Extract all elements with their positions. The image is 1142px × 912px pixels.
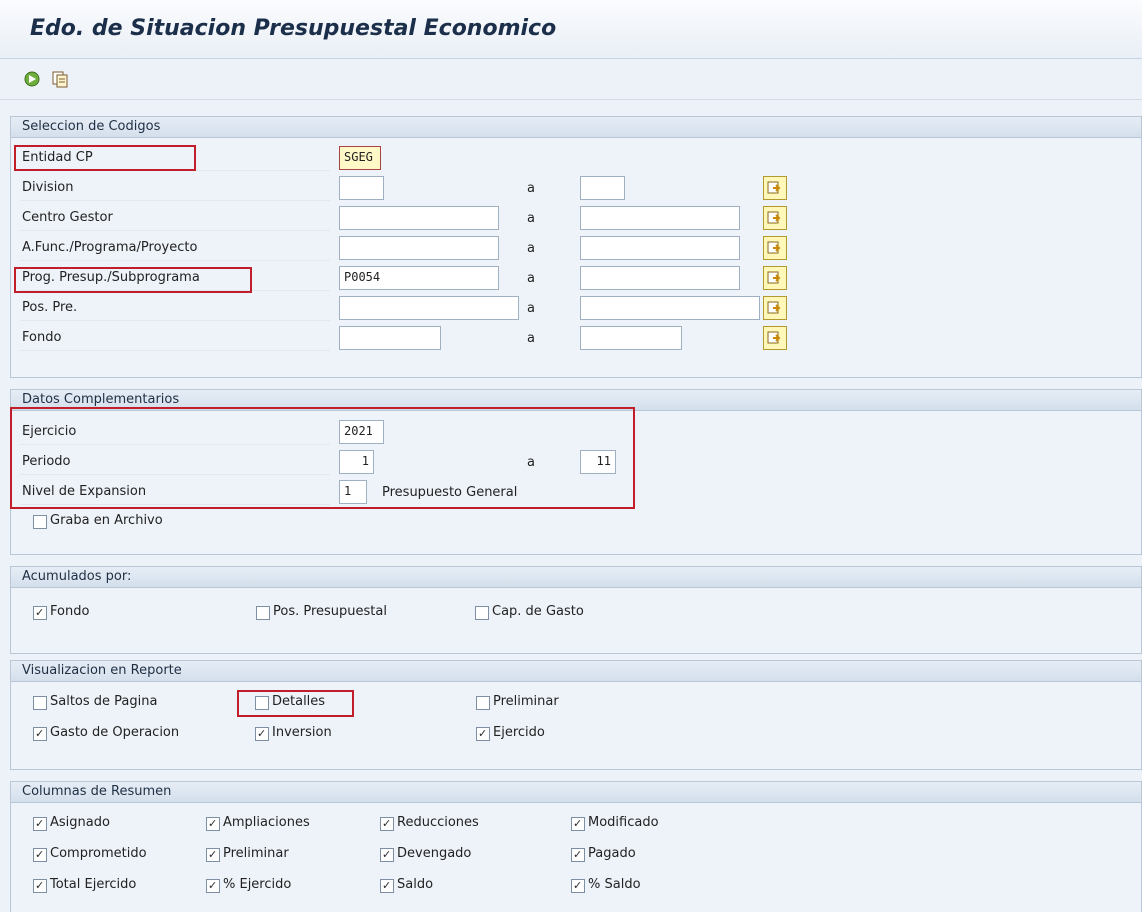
division-row: Division [20, 176, 330, 201]
vis-inversion-label: Inversion [272, 725, 332, 740]
to-label: a [527, 271, 535, 286]
division-to-field[interactable] [580, 176, 625, 200]
col-modificado-label: Modificado [588, 815, 659, 830]
col-saldo-checkbox[interactable] [380, 879, 394, 893]
centro-gestor-label: Centro Gestor [22, 210, 113, 225]
col-saldo-label: % Saldo [588, 877, 641, 892]
pos-pre-label: Pos. Pre. [22, 300, 78, 315]
col-preliminar-label: Preliminar [223, 846, 289, 861]
vis-ejercido-checkbox[interactable] [476, 727, 490, 741]
multiple-selection-button[interactable] [763, 206, 787, 230]
variant-icon[interactable] [50, 69, 70, 89]
vis-saltos-de-pagina-label: Saltos de Pagina [50, 694, 158, 709]
col-devengado-label: Devengado [397, 846, 472, 861]
highlight-prog [14, 267, 252, 293]
toolbar [0, 59, 1142, 100]
col-modificado-checkbox[interactable] [571, 817, 585, 831]
to-label: a [527, 241, 535, 256]
multiple-selection-icon [767, 181, 781, 194]
acum-fondo-label: Fondo [50, 604, 90, 619]
multiple-selection-button[interactable] [763, 296, 787, 320]
col-preliminar-checkbox[interactable] [206, 848, 220, 862]
col-comprometido-label: Comprometido [50, 846, 147, 861]
division-from-field[interactable] [339, 176, 384, 200]
col-comprometido-checkbox[interactable] [33, 848, 47, 862]
to-label: a [527, 181, 535, 196]
col-asignado-checkbox[interactable] [33, 817, 47, 831]
col-total-ejercido-label: Total Ejercido [50, 877, 137, 892]
pos-pre-row: Pos. Pre. [20, 296, 330, 321]
section-header: Seleccion de Codigos [11, 117, 1141, 138]
col-saldo-checkbox[interactable] [571, 879, 585, 893]
afunc-from-field[interactable] [339, 236, 499, 260]
vis-preliminar-label: Preliminar [493, 694, 559, 709]
multiple-selection-button[interactable] [763, 176, 787, 200]
section-visualizacion: Visualizacion en Reporte [10, 660, 1142, 770]
acum-pos-presupuestal-checkbox[interactable] [256, 606, 270, 620]
acum-fondo-checkbox[interactable] [33, 606, 47, 620]
col-reducciones-label: Reducciones [397, 815, 479, 830]
col-saldo-label: Saldo [397, 877, 434, 892]
vis-gasto-de-operacion-checkbox[interactable] [33, 727, 47, 741]
fondo-from-field[interactable] [339, 326, 441, 350]
fondo-row: Fondo [20, 326, 330, 351]
graba-label: Graba en Archivo [50, 513, 163, 528]
col-ampliaciones-label: Ampliaciones [223, 815, 310, 830]
entidad-from-field[interactable]: SGEG [339, 146, 381, 170]
fondo-label: Fondo [22, 330, 62, 345]
col-ejercido-checkbox[interactable] [206, 879, 220, 893]
col-asignado-label: Asignado [50, 815, 110, 830]
pos-pre-from-field[interactable] [339, 296, 519, 320]
afunc-row: A.Func./Programa/Proyecto [20, 236, 330, 261]
page-title: Edo. de Situacion Presupuestal Economico [30, 16, 557, 41]
multiple-selection-icon [767, 301, 781, 314]
highlight-datos [10, 407, 635, 509]
centro-gestor-to-field[interactable] [580, 206, 740, 230]
col-ejercido-label: % Ejercido [223, 877, 292, 892]
vis-ejercido-label: Ejercido [493, 725, 545, 740]
multiple-selection-button[interactable] [763, 266, 787, 290]
title-bar: Edo. de Situacion Presupuestal Economico [0, 0, 1142, 59]
centro-gestor-from-field[interactable] [339, 206, 499, 230]
division-label: Division [22, 180, 74, 195]
col-pagado-label: Pagado [588, 846, 636, 861]
multiple-selection-icon [767, 241, 781, 254]
col-ampliaciones-checkbox[interactable] [206, 817, 220, 831]
vis-preliminar-checkbox[interactable] [476, 696, 490, 710]
vis-saltos-de-pagina-checkbox[interactable] [33, 696, 47, 710]
pos-pre-to-field[interactable] [580, 296, 760, 320]
multiple-selection-button[interactable] [763, 326, 787, 350]
vis-inversion-checkbox[interactable] [255, 727, 269, 741]
col-total-ejercido-checkbox[interactable] [33, 879, 47, 893]
execute-icon[interactable] [22, 69, 42, 89]
acum-pos-presupuestal-label: Pos. Presupuestal [273, 604, 387, 619]
section-header: Acumulados por: [11, 567, 1141, 588]
section-header: Columnas de Resumen [11, 782, 1141, 803]
col-devengado-checkbox[interactable] [380, 848, 394, 862]
centro-gestor-row: Centro Gestor [20, 206, 330, 231]
multiple-selection-icon [767, 271, 781, 284]
highlight-entidad [14, 145, 196, 171]
to-label: a [527, 301, 535, 316]
fondo-to-field[interactable] [580, 326, 682, 350]
multiple-selection-button[interactable] [763, 236, 787, 260]
prog-presup-to-field[interactable] [580, 266, 740, 290]
col-reducciones-checkbox[interactable] [380, 817, 394, 831]
col-pagado-checkbox[interactable] [571, 848, 585, 862]
prog-presup-from-field[interactable]: P0054 [339, 266, 499, 290]
multiple-selection-icon [767, 211, 781, 224]
afunc-to-field[interactable] [580, 236, 740, 260]
vis-gasto-de-operacion-label: Gasto de Operacion [50, 725, 180, 740]
multiple-selection-icon [767, 331, 781, 344]
section-header: Visualizacion en Reporte [11, 661, 1141, 682]
to-label: a [527, 331, 535, 346]
graba-checkbox[interactable] [33, 515, 47, 529]
acum-cap-de-gasto-checkbox[interactable] [475, 606, 489, 620]
afunc-label: A.Func./Programa/Proyecto [22, 240, 198, 255]
to-label: a [527, 211, 535, 226]
acum-cap-de-gasto-label: Cap. de Gasto [492, 604, 584, 619]
highlight-detalles [237, 690, 354, 717]
